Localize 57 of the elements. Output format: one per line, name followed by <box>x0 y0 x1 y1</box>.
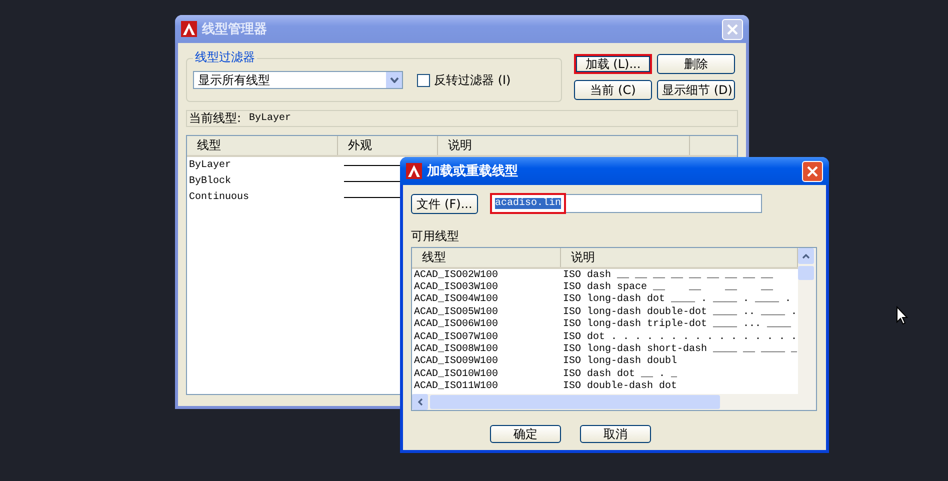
linetype-description: ISO long-dash short-dash ____ __ ____ _ <box>563 344 798 356</box>
dialog-button[interactable]: 取消 <box>580 425 651 443</box>
column-header[interactable]: 线型 <box>187 136 338 155</box>
window-title: 加载或重载线型 <box>427 162 519 180</box>
checkbox-label: 反转过滤器 (I) <box>434 72 511 88</box>
app-logo-icon <box>181 21 197 37</box>
file-value: acadiso.lin <box>495 198 562 209</box>
linetype-name: ACAD_ISO04W100 <box>414 294 498 306</box>
dialog-button[interactable]: 删除 <box>657 54 735 74</box>
linetype-description: ISO dot . . . . . . . . . . . . . . . . <box>563 332 798 343</box>
linetype-name: Continuous <box>189 192 250 202</box>
scroll-thumb[interactable] <box>430 395 720 409</box>
dialog-button[interactable]: 显示细节 (D) <box>657 80 735 100</box>
linetype-description: ISO double-dash dot <box>563 381 678 392</box>
linetype-description: ISO long-dash dot ____ . ____ . ____ . <box>563 294 792 306</box>
linetype-name: ByBlock <box>189 176 232 186</box>
linetype-name: ACAD_ISO03W100 <box>414 282 498 294</box>
linetype-description: ISO long-dash triple-dot ____ ... ____ <box>563 319 792 330</box>
window-title: 线型管理器 <box>202 21 268 38</box>
linetype-description: ISO dash dot __ . _ <box>563 368 678 380</box>
app-logo-icon <box>406 163 422 179</box>
dialog-button[interactable]: 确定 <box>490 425 561 443</box>
list-label: 可用线型 <box>411 228 460 245</box>
scroll-left-icon[interactable] <box>412 394 428 410</box>
linetype-name: ACAD_ISO07W100 <box>414 332 498 343</box>
file-field[interactable]: acadiso.lin <box>490 194 762 213</box>
column-header[interactable]: 说明 <box>438 136 690 155</box>
linetype-name: ACAD_ISO09W100 <box>414 356 498 368</box>
close-button[interactable] <box>802 160 823 182</box>
linetype-name: ACAD_ISO02W100 <box>414 270 498 281</box>
vertical-scrollbar[interactable] <box>798 248 816 394</box>
linetype-name: ACAD_ISO11W100 <box>414 381 498 392</box>
scroll-thumb[interactable] <box>798 266 814 280</box>
filter-dropdown[interactable]: 显示所有线型 <box>193 71 403 89</box>
current-label: 当前线型: <box>189 110 242 127</box>
linetype-name: ACAD_ISO05W100 <box>414 306 498 318</box>
column-header[interactable]: 外观 <box>338 136 438 155</box>
linetype-description: ISO dash __ __ __ __ __ __ __ __ __ <box>563 270 774 281</box>
linetype-name: ByLayer <box>189 160 232 170</box>
linetype-name: ACAD_ISO08W100 <box>414 344 498 356</box>
horizontal-scrollbar[interactable] <box>412 394 816 410</box>
mouse-cursor-icon <box>896 306 908 325</box>
close-icon <box>807 166 818 176</box>
file-button[interactable]: 文件 (F)... <box>411 194 478 214</box>
linetype-description: ISO long-dash doubl <box>563 356 678 368</box>
linetype-name: ACAD_ISO06W100 <box>414 319 498 330</box>
linetype-description: ISO long-dash double-dot ____ .. ____ . <box>563 306 798 318</box>
dialog-button[interactable]: 当前 (C) <box>574 80 652 100</box>
scroll-up-icon[interactable] <box>798 248 814 264</box>
close-icon <box>727 24 738 34</box>
column-header[interactable]: 线型 <box>412 248 561 267</box>
linetype-description: ISO dash space __ __ __ __ <box>563 282 774 294</box>
dialog-button[interactable]: 加载 (L)... <box>574 54 652 74</box>
invert-checkbox[interactable] <box>417 74 430 86</box>
current-value: ByLayer <box>249 113 292 124</box>
close-button[interactable] <box>722 18 743 40</box>
linetype-name: ACAD_ISO10W100 <box>414 368 498 380</box>
